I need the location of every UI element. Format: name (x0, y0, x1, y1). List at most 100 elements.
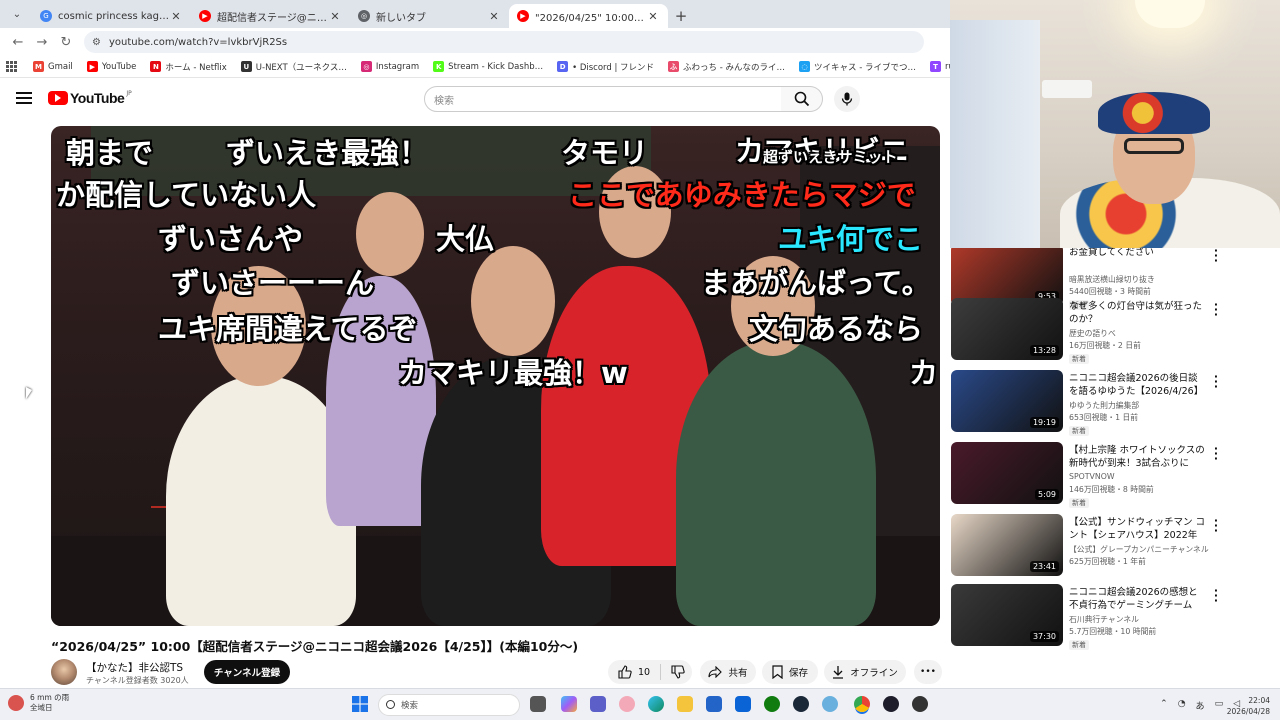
apps-grid-icon[interactable] (6, 61, 17, 72)
save-button[interactable]: 保存 (762, 660, 818, 684)
bookmark-item[interactable]: ◎ Instagram (360, 61, 419, 72)
video-player[interactable]: 朝まで ずいえき最強！ タモリ カマキリビニ 超ずいえきサミット か配信していない人 ここで… (51, 126, 940, 626)
video-thumbnail[interactable]: 37:30 (951, 584, 1063, 646)
subscribe-button[interactable]: チャンネル登録 (204, 660, 290, 684)
ime-icon[interactable]: あ (1196, 699, 1205, 712)
recommended-title[interactable]: お金貸してください (1069, 248, 1207, 259)
app-icon[interactable] (619, 696, 635, 712)
menu-icon[interactable] (16, 92, 32, 104)
taskbar-search[interactable]: 検索 (378, 694, 520, 716)
recommended-video[interactable]: 5:09 【村上宗隆 ホワイトソックスの新時代が到来！3試合ぶりに降… SPOTVN… (951, 442, 1280, 510)
close-tab-icon[interactable]: ✕ (169, 10, 183, 23)
video-thumbnail[interactable]: 23:41 (951, 514, 1063, 576)
obs-icon[interactable] (912, 696, 928, 712)
webcam-overlay (950, 0, 1280, 248)
chevron-up-icon[interactable]: ⌃ (1160, 699, 1168, 712)
forward-icon[interactable]: → (30, 30, 54, 54)
bookmark-item[interactable]: N ホーム - Netflix (150, 61, 227, 73)
chrome-icon[interactable] (854, 696, 870, 712)
recommended-channel[interactable]: 暗黒放送横山緑切り抜き (1069, 274, 1155, 285)
overlay-comment: か配信していない人 (56, 178, 317, 212)
edge-icon[interactable] (648, 696, 664, 712)
close-tab-icon[interactable]: ✕ (487, 10, 501, 23)
recommended-channel[interactable]: 【公式】グレープカンパニーチャンネル (1069, 544, 1209, 555)
recommended-title[interactable]: ニコニコ超会議2026の感想と不貞行為でゲーミングチーム退… (1069, 586, 1207, 612)
dislike-button[interactable] (671, 665, 685, 679)
tab-search-icon[interactable]: ⌄ (6, 3, 28, 25)
browser-tab[interactable]: ▶ 超配信者ステージ@ニコニコ超会議✕ (191, 4, 350, 28)
recommended-title[interactable]: 【公式】サンドウィッチマン コント【シェアハウス】2022年 (1069, 516, 1207, 542)
channel-avatar[interactable] (51, 659, 77, 685)
close-tab-icon[interactable]: ✕ (646, 10, 660, 23)
task-view-icon[interactable] (530, 696, 546, 712)
download-icon (833, 666, 844, 679)
like-button[interactable]: 10 (618, 665, 650, 679)
wifi-icon[interactable]: ◔ (1178, 699, 1186, 712)
recommended-title[interactable]: なぜ多くの灯台守は気が狂ったのか？ (1069, 300, 1207, 326)
bookmark-item[interactable]: Trun5963ken - Twitch (930, 61, 950, 72)
channel-name[interactable]: 【かなた】非公認TS (86, 660, 183, 675)
close-tab-icon[interactable]: ✕ (328, 10, 342, 23)
steam-icon[interactable] (793, 696, 809, 712)
share-button[interactable]: 共有 (700, 660, 756, 684)
reload-icon[interactable]: ↻ (54, 30, 78, 54)
weather-widget[interactable]: 6 mm の雨 全域日 (8, 693, 69, 713)
copilot-icon[interactable] (561, 696, 577, 712)
file-explorer-icon[interactable] (677, 696, 693, 712)
back-icon[interactable]: ← (6, 30, 30, 54)
app-icon[interactable] (883, 696, 899, 712)
more-vert-icon[interactable]: · · · (1211, 515, 1221, 536)
recommended-video[interactable]: 23:41 【公式】サンドウィッチマン コント【シェアハウス】2022年【公式】グ… (951, 514, 1280, 582)
site-info-icon[interactable]: ⚙ (92, 37, 101, 48)
more-vert-icon[interactable]: · · · (1211, 371, 1221, 392)
taskbar-clock[interactable]: 22:04 2026/04/28 (1227, 695, 1270, 717)
bookmark-item[interactable]: K Stream - Kick Dashb… (433, 61, 543, 72)
recommended-video[interactable]: 37:30 ニコニコ超会議2026の感想と不貞行為でゲーミングチーム退… 石川典行チ… (951, 584, 1280, 652)
more-actions-button[interactable]: ••• (914, 660, 942, 684)
recommended-channel[interactable]: 歴史の語りべ (1069, 328, 1116, 339)
bookmark-label: ツイキャス - ライブでつ… (814, 62, 917, 73)
video-thumbnail[interactable]: 5:09 (951, 442, 1063, 504)
recommended-title[interactable]: ニコニコ超会議2026の後日談を語るゆゆうた【2026/4/26】 (1069, 372, 1207, 398)
recommended-channel[interactable]: SPOTVNOW (1069, 472, 1115, 481)
webcam-window (950, 20, 1040, 248)
app-icon[interactable] (822, 696, 838, 712)
bookmark-item[interactable]: D • Discord | フレンド (557, 61, 654, 73)
search-input[interactable]: 検索 (424, 86, 782, 112)
bookmark-item[interactable]: ふふわっち - みんなのライ… (668, 61, 785, 73)
network-icon[interactable]: ▭ (1215, 699, 1224, 712)
bookmark-item[interactable]: ▶ YouTube (86, 61, 136, 72)
recommended-title[interactable]: 【村上宗隆 ホワイトソックスの新時代が到来！3試合ぶりに降… (1069, 444, 1207, 470)
search-button[interactable] (781, 86, 823, 112)
xbox-icon[interactable] (764, 696, 780, 712)
bookmark-item[interactable]: M Gmail (33, 61, 73, 72)
more-vert-icon[interactable]: · · · (1211, 443, 1221, 464)
more-vert-icon[interactable]: · · · (1211, 248, 1221, 266)
video-thumbnail[interactable]: 13:28 (951, 298, 1063, 360)
start-button[interactable] (352, 696, 368, 715)
bookmark-label: ふわっち - みんなのライ… (683, 62, 786, 73)
offline-button[interactable]: オフライン (824, 660, 906, 684)
outlook-icon[interactable] (735, 696, 751, 712)
recommended-video[interactable]: 19:19 ニコニコ超会議2026の後日談を語るゆゆうた【2026/4/26】ゆゆ… (951, 370, 1280, 438)
video-title: “2026/04/25” 10:00【超配信者ステージ@ニコニコ超会議2026【… (51, 639, 579, 654)
video-thumbnail[interactable]: 19:19 (951, 370, 1063, 432)
bookmark-label: Stream - Kick Dashb… (448, 61, 544, 72)
browser-tab[interactable]: ▶ "2026/04/25" 10:00【超配信者ス✕ (509, 4, 668, 28)
browser-tab[interactable]: Gcosmic princess kaguya - Goog✕ (32, 4, 191, 28)
youtube-logo[interactable]: YouTube JP (48, 90, 132, 106)
voice-search-button[interactable] (834, 86, 860, 112)
recommended-video[interactable]: 13:28 なぜ多くの灯台守は気が狂ったのか？ 歴史の語りべ 16万回視聴・2 日前 ·… (951, 298, 1280, 366)
more-vert-icon[interactable]: · · · (1211, 299, 1221, 320)
recommended-channel[interactable]: 石川典行チャンネル (1069, 614, 1139, 625)
bookmark-item[interactable]: U U-NEXT（ユーネクス… (240, 61, 347, 73)
bookmark-item[interactable]: ◌ ツイキャス - ライブでつ… (799, 61, 916, 73)
new-tab-button[interactable]: + (668, 4, 694, 28)
url-field[interactable]: ⚙ youtube.com/watch?v=lvkbrVjR2Ss (84, 31, 924, 53)
browser-tab[interactable]: ◎ 新しいタブ ✕ (350, 4, 509, 28)
more-vert-icon[interactable]: · · · (1211, 585, 1221, 606)
recommended-channel[interactable]: ゆゆうた則力編集部 (1069, 400, 1139, 411)
recommended-meta: 625万回視聴・1 年前 (1069, 557, 1146, 566)
teams-icon[interactable] (590, 696, 606, 712)
store-icon[interactable] (706, 696, 722, 712)
